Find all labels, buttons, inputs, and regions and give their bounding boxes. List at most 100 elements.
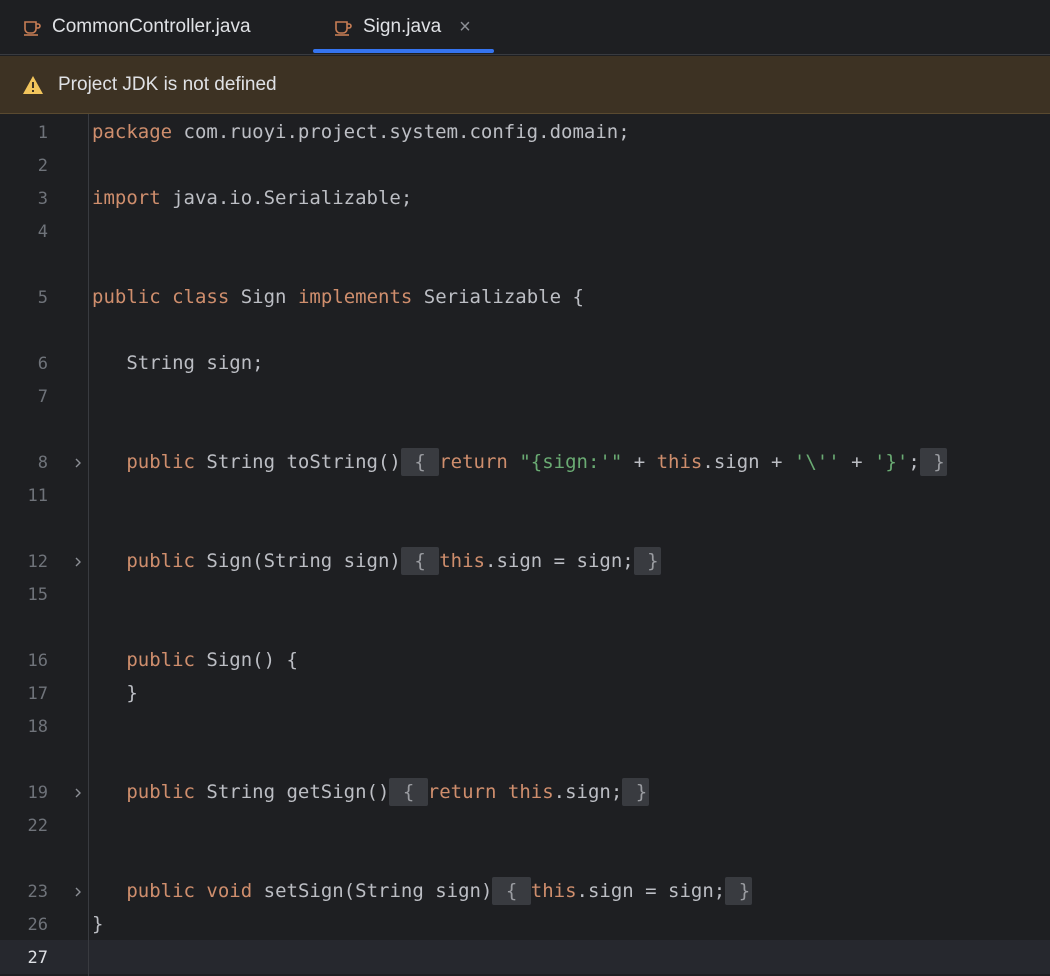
code-text: String sign; — [126, 352, 264, 374]
line-number: 23 — [27, 882, 48, 902]
keyword: return — [439, 451, 508, 473]
line-number: 2 — [37, 156, 48, 176]
line-number: 17 — [27, 684, 48, 704]
java-class-icon — [335, 21, 352, 36]
tab-label: Sign.java — [363, 16, 442, 37]
code-text: + — [839, 451, 874, 473]
code-line: public Sign() { — [92, 649, 298, 671]
code-line: public String toString() { return "{sign… — [92, 448, 947, 476]
line-number: 11 — [27, 486, 48, 506]
tab-common-controller[interactable]: CommonController.java — [22, 0, 251, 54]
folded-brace[interactable]: { — [492, 877, 531, 905]
folded-brace[interactable]: { — [389, 778, 428, 806]
line-number: 15 — [27, 585, 48, 605]
code-line: public String getSign() { return this.si… — [92, 778, 650, 806]
brace: } — [647, 550, 659, 572]
code-text: com.ruoyi.project.system.config.domain; — [172, 121, 630, 143]
code-line: import java.io.Serializable; — [92, 187, 412, 209]
keyword: public — [126, 649, 195, 671]
folded-brace[interactable]: { — [400, 547, 440, 575]
code-text: String getSign() — [194, 781, 390, 803]
code-text: Sign() { — [194, 649, 298, 671]
string-literal: "{sign:'" — [519, 451, 623, 473]
tab-label: CommonController.java — [52, 16, 251, 37]
line-number: 26 — [27, 915, 48, 935]
keyword: this — [507, 781, 554, 803]
code-text: String toString() — [194, 451, 401, 473]
code-line: } — [92, 913, 103, 935]
line-number: 5 — [37, 288, 48, 308]
chevron-right-icon[interactable] — [72, 457, 84, 469]
brace: } — [635, 781, 648, 803]
line-number: 3 — [37, 189, 48, 209]
chevron-right-icon[interactable] — [72, 886, 84, 898]
keyword: implements — [297, 286, 413, 308]
folded-brace[interactable]: } — [633, 547, 661, 575]
line-number: 19 — [27, 783, 48, 803]
keyword: public — [92, 286, 161, 308]
code-line: package com.ruoyi.project.system.config.… — [92, 121, 630, 143]
line-number: 12 — [27, 552, 48, 572]
code-text: setSign(String sign) — [252, 880, 493, 902]
folded-brace[interactable]: } — [919, 448, 947, 476]
code-text: Serializable { — [412, 286, 584, 308]
code-text: } — [126, 682, 138, 704]
brace: { — [505, 880, 518, 902]
string-literal: '\'' — [793, 451, 840, 473]
gutter-divider — [88, 114, 89, 976]
line-number: 1 — [37, 123, 48, 143]
line-number: 8 — [37, 453, 48, 473]
folded-brace[interactable]: { — [400, 448, 440, 476]
keyword: this — [530, 880, 577, 902]
code-line: } — [92, 682, 138, 704]
keyword: import — [92, 187, 161, 209]
code-editor[interactable]: 1 2 3 4 5 6 7 8 11 12 15 16 17 18 19 22 … — [0, 114, 1050, 976]
brace: { — [402, 781, 415, 803]
keyword: class — [172, 286, 230, 308]
code-text: } — [92, 913, 104, 935]
code-text: Sign — [229, 286, 298, 308]
close-icon[interactable]: × — [459, 17, 471, 37]
code-line: String sign; — [92, 352, 264, 374]
active-tab-indicator — [313, 49, 494, 53]
keyword: public — [126, 451, 195, 473]
code-text: + — [622, 451, 657, 473]
code-line: public class Sign implements Serializabl… — [92, 286, 584, 308]
folded-brace[interactable]: } — [622, 778, 650, 806]
line-number: 7 — [37, 387, 48, 407]
keyword: public — [126, 550, 195, 572]
code-text: java.io.Serializable; — [160, 187, 413, 209]
tab-sign-java[interactable]: Sign.java × — [333, 0, 471, 54]
keyword: void — [206, 880, 253, 902]
code-line: public void setSign(String sign) { this.… — [92, 877, 753, 905]
line-number: 6 — [37, 354, 48, 374]
code-text: .sign; — [553, 781, 623, 803]
warning-icon — [23, 75, 43, 94]
brace: } — [933, 451, 945, 473]
code-text: .sign + — [702, 451, 794, 473]
keyword: public — [126, 880, 195, 902]
keyword: package — [92, 121, 173, 143]
keyword: public — [126, 781, 195, 803]
string-literal: '}' — [873, 451, 909, 473]
brace: { — [414, 451, 426, 473]
java-class-icon — [24, 21, 41, 36]
keyword: this — [656, 451, 703, 473]
line-number: 18 — [27, 717, 48, 737]
code-text: ; — [908, 451, 920, 473]
brace: { — [414, 550, 426, 572]
chevron-right-icon[interactable] — [72, 787, 84, 799]
current-line-highlight — [0, 940, 1050, 974]
line-number: 4 — [37, 222, 48, 242]
editor-tab-bar: CommonController.java Sign.java × — [0, 0, 1050, 55]
brace: } — [738, 880, 751, 902]
keyword: this — [439, 550, 485, 572]
folded-brace[interactable]: } — [725, 877, 753, 905]
chevron-right-icon[interactable] — [72, 556, 84, 568]
code-text: .sign = sign; — [576, 880, 726, 902]
code-line: public Sign(String sign) { this.sign = s… — [92, 547, 661, 575]
jdk-warning-banner: Project JDK is not defined — [0, 56, 1050, 114]
banner-text: Project JDK is not defined — [58, 73, 277, 95]
code-text: Sign(String sign) — [194, 550, 401, 572]
line-number: 16 — [27, 651, 48, 671]
